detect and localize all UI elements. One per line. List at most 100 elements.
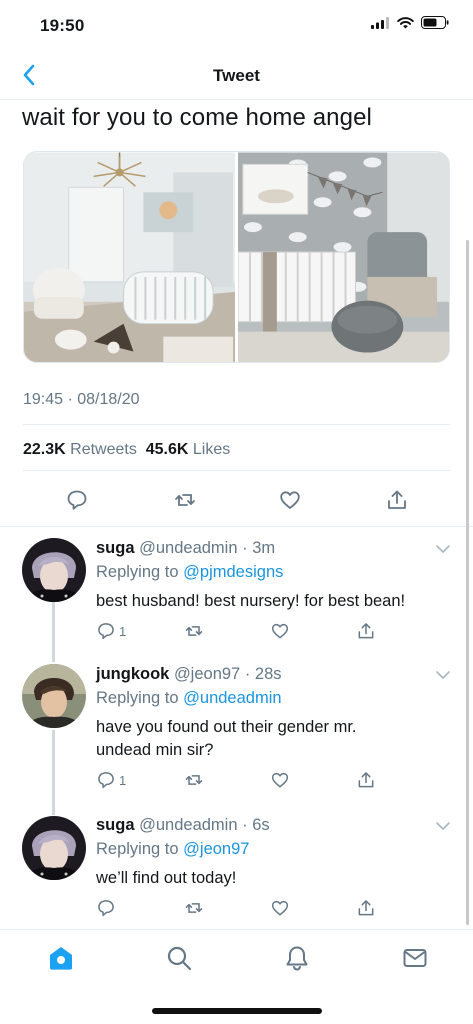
reply-header: jungkook @jeon97 · 28s — [96, 665, 282, 684]
reply-time: · 3m — [242, 539, 276, 557]
like-button[interactable] — [276, 486, 304, 514]
reply-item[interactable]: suga @undeadmin · 3m Replying to @pjmdes… — [0, 527, 473, 648]
reply-button[interactable]: 1 — [96, 621, 126, 641]
reply-button[interactable] — [63, 486, 91, 514]
status-time: 19:50 — [40, 16, 85, 35]
like-icon — [271, 772, 289, 788]
thread-line — [52, 648, 55, 662]
tab-messages[interactable] — [401, 944, 429, 972]
like-button[interactable] — [270, 898, 290, 918]
tweet-action-bar — [23, 482, 450, 518]
like-button[interactable] — [270, 621, 290, 641]
media-image-1[interactable] — [24, 152, 235, 363]
reply-icon — [67, 490, 87, 510]
reply-icon — [98, 772, 114, 789]
tweet-timestamp: 19:45 · 08/18/20 — [23, 391, 140, 408]
like-icon — [280, 491, 300, 509]
reply-actions — [96, 898, 396, 920]
divider — [23, 470, 450, 471]
reply-button[interactable] — [96, 898, 119, 918]
reply-item[interactable]: suga @undeadmin · 6s Replying to @jeon97… — [0, 803, 473, 928]
likes-count: 45.6K — [145, 441, 189, 458]
reply-header: suga @undeadmin · 3m — [96, 539, 275, 558]
reply-count: 1 — [119, 772, 127, 788]
reply-author-handle[interactable]: @undeadmin — [139, 539, 237, 557]
reply-author-handle[interactable]: @jeon97 — [174, 665, 240, 683]
reply-text: have you found out their gender mr. unde… — [96, 718, 357, 759]
avatar-image — [22, 816, 86, 880]
avatar-image — [22, 664, 86, 728]
retweets-count: 22.3K — [23, 441, 66, 458]
replying-mention[interactable]: @undeadmin — [183, 689, 281, 707]
home-icon — [50, 947, 72, 970]
tab-notifications[interactable] — [283, 944, 311, 972]
signal-icon — [371, 16, 389, 29]
replying-to: Replying to @pjmdesigns — [96, 563, 283, 582]
replying-to: Replying to @undeadmin — [96, 689, 282, 708]
share-button[interactable] — [356, 770, 376, 790]
media-image-2[interactable] — [238, 152, 449, 363]
retweet-button[interactable] — [184, 621, 204, 641]
retweet-button[interactable] — [184, 770, 204, 790]
share-button[interactable] — [356, 898, 376, 918]
likes-label: Likes — [192, 441, 231, 458]
share-icon — [388, 490, 406, 509]
wifi-icon — [397, 16, 414, 28]
scrollbar[interactable] — [466, 240, 469, 925]
reply-actions: 1 — [96, 621, 396, 643]
reply-text: we’ll find out today! — [96, 869, 237, 887]
tab-home[interactable] — [47, 944, 75, 972]
replying-to: Replying to @jeon97 — [96, 840, 249, 859]
tweet-media[interactable] — [23, 151, 450, 363]
reply-author-name[interactable]: jungkook — [96, 665, 169, 683]
replying-mention[interactable]: @jeon97 — [183, 840, 249, 858]
avatar[interactable] — [22, 816, 86, 880]
status-bar: 19:50 — [0, 0, 473, 52]
home-indicator[interactable] — [152, 1008, 322, 1014]
search-icon — [167, 946, 192, 971]
share-icon — [358, 772, 374, 788]
like-icon — [271, 900, 289, 916]
like-icon — [271, 623, 289, 639]
status-icons — [371, 16, 449, 29]
retweets-label: Retweets — [70, 441, 137, 458]
battery-icon — [421, 16, 449, 29]
tab-search[interactable] — [165, 944, 193, 972]
like-button[interactable] — [270, 770, 290, 790]
likes-stat[interactable]: 45.6K Likes — [146, 441, 231, 458]
reply-author-name[interactable]: suga — [96, 816, 135, 834]
reply-icon — [98, 900, 114, 917]
reply-text: best husband! best nursery! for best bea… — [96, 592, 406, 610]
replying-mention[interactable]: @pjmdesigns — [183, 563, 283, 581]
reply-time: · 6s — [242, 816, 270, 834]
reply-actions: 1 — [96, 770, 396, 792]
chevron-down-icon[interactable] — [435, 820, 451, 832]
share-button[interactable] — [356, 621, 376, 641]
retweet-icon — [185, 903, 203, 913]
share-button[interactable] — [383, 486, 411, 514]
reply-author-name[interactable]: suga — [96, 539, 135, 557]
reply-count: 1 — [119, 623, 127, 639]
thread-line — [52, 602, 55, 648]
retweet-icon — [185, 626, 203, 636]
chevron-down-icon[interactable] — [435, 543, 451, 555]
retweet-button[interactable] — [171, 486, 199, 514]
tweet-text: wait for you to come home angel — [22, 104, 372, 131]
share-icon — [358, 623, 374, 639]
tweet-stats: 22.3K Retweets 45.6K Likes — [23, 441, 230, 459]
avatar[interactable] — [22, 664, 86, 728]
reply-button[interactable]: 1 — [96, 770, 126, 790]
thread-line — [52, 730, 55, 803]
replying-prefix: Replying to — [96, 689, 179, 707]
messages-icon — [403, 949, 427, 967]
replying-prefix: Replying to — [96, 840, 179, 858]
share-icon — [358, 900, 374, 916]
reply-item[interactable]: jungkook @jeon97 · 28s Replying to @unde… — [0, 648, 473, 803]
chevron-down-icon[interactable] — [435, 669, 451, 681]
avatar[interactable] — [22, 538, 86, 602]
reply-header: suga @undeadmin · 6s — [96, 816, 270, 835]
retweet-button[interactable] — [184, 898, 204, 918]
avatar-image — [22, 538, 86, 602]
retweets-stat[interactable]: 22.3K Retweets — [23, 441, 137, 458]
reply-author-handle[interactable]: @undeadmin — [139, 816, 237, 834]
